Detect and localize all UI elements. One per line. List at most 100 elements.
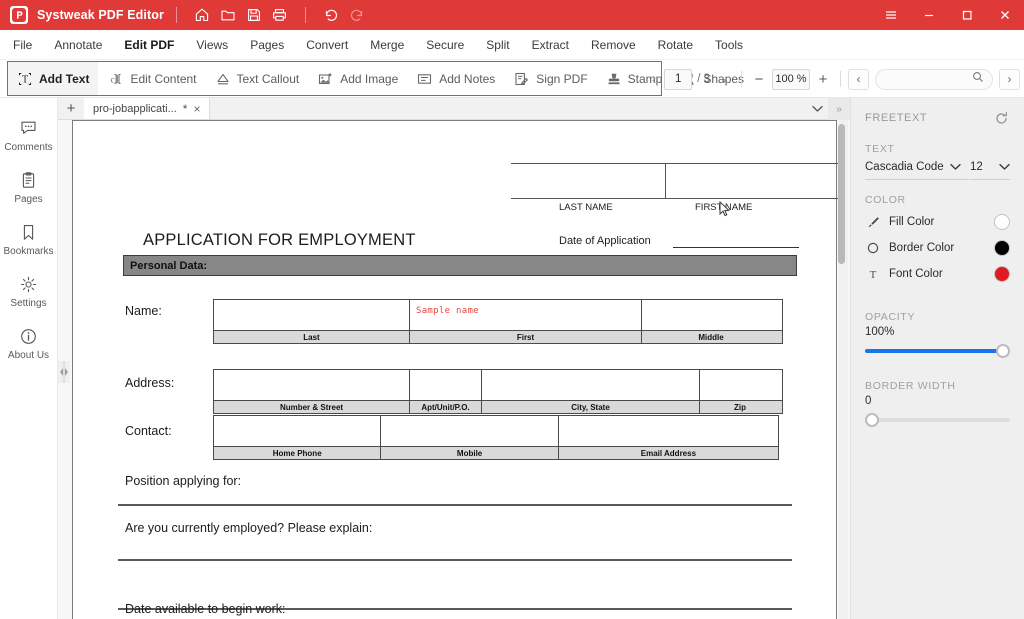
sidebar-item-pages[interactable]: Pages xyxy=(0,162,58,214)
address-table-inputs xyxy=(214,370,782,400)
next-page-button[interactable]: › xyxy=(714,67,734,91)
zoom-out-button[interactable]: − xyxy=(749,67,769,91)
document-viewport[interactable]: LAST NAME FIRST NAME APPLICATION FOR EMP… xyxy=(58,120,850,619)
date-of-application-label: Date of Application xyxy=(559,235,651,247)
font-family-select[interactable]: Cascadia Code xyxy=(865,158,969,180)
text-group-label: TEXT xyxy=(865,143,1010,155)
question-currently-employed: Are you currently employed? Please expla… xyxy=(125,521,372,535)
contact-mobile-cell[interactable] xyxy=(381,416,558,446)
font-color-swatch[interactable] xyxy=(994,266,1010,282)
menu-item-pages[interactable]: Pages xyxy=(239,30,295,60)
menu-item-merge[interactable]: Merge xyxy=(359,30,415,60)
opacity-slider[interactable] xyxy=(865,344,1010,358)
name-last-cell[interactable] xyxy=(214,300,410,330)
font-family-value: Cascadia Code xyxy=(865,161,944,173)
contact-home-phone-cell[interactable] xyxy=(214,416,381,446)
font-color-row[interactable]: T Font Color xyxy=(865,261,1010,287)
current-page-input[interactable]: 1 xyxy=(664,69,692,90)
font-color-label: Font Color xyxy=(889,268,985,280)
undo-icon[interactable] xyxy=(318,2,344,28)
pdf-page[interactable]: LAST NAME FIRST NAME APPLICATION FOR EMP… xyxy=(72,120,837,619)
svg-text:T: T xyxy=(869,269,876,281)
menu-item-extract[interactable]: Extract xyxy=(521,30,580,60)
search-input[interactable] xyxy=(884,73,972,85)
fill-color-swatch[interactable] xyxy=(994,214,1010,230)
menu-item-annotate[interactable]: Annotate xyxy=(43,30,113,60)
sidebar-item-bookmarks[interactable]: Bookmarks xyxy=(0,214,58,266)
address-table[interactable]: Number & Street Apt/Unit/P.O. City, Stat… xyxy=(213,369,783,414)
menu-item-convert[interactable]: Convert xyxy=(295,30,359,60)
sign-pdf-button[interactable]: Sign PDF xyxy=(504,62,596,95)
info-icon xyxy=(19,327,38,346)
border-width-slider[interactable] xyxy=(865,413,1010,427)
document-tab-name: pro-jobapplicati... xyxy=(93,103,177,115)
name-table[interactable]: Sample name Last First Middle xyxy=(213,299,783,344)
address-city-state-cell[interactable] xyxy=(482,370,700,400)
name-first-cell[interactable]: Sample name xyxy=(410,300,642,330)
border-width-slider-track xyxy=(865,418,1010,422)
maximize-icon[interactable] xyxy=(948,0,986,30)
zoom-level-input[interactable]: 100 % xyxy=(772,69,810,90)
reset-icon[interactable] xyxy=(992,109,1010,127)
menu-item-rotate[interactable]: Rotate xyxy=(647,30,704,60)
collapse-panel-button[interactable]: » xyxy=(828,98,850,120)
add-image-label: Add Image xyxy=(340,72,398,86)
tab-overflow-chevron-down-icon[interactable] xyxy=(806,98,828,120)
border-color-swatch[interactable] xyxy=(994,240,1010,256)
fill-color-row[interactable]: Fill Color xyxy=(865,209,1010,235)
border-width-slider-knob[interactable] xyxy=(865,413,879,427)
edit-content-button[interactable]: c Edit Content xyxy=(98,62,205,95)
menu-item-secure[interactable]: Secure xyxy=(415,30,475,60)
print-icon[interactable] xyxy=(267,2,293,28)
menu-item-file[interactable]: File xyxy=(0,30,43,60)
minimize-icon[interactable] xyxy=(910,0,948,30)
new-tab-button[interactable]: + xyxy=(58,98,84,119)
close-icon[interactable] xyxy=(986,0,1024,30)
document-tab-close-icon[interactable]: × xyxy=(193,102,200,116)
border-color-row[interactable]: Border Color xyxy=(865,235,1010,261)
sidebar-item-comments[interactable]: Comments xyxy=(0,110,58,162)
document-scrollbar-track[interactable] xyxy=(839,120,848,619)
menu-item-tools[interactable]: Tools xyxy=(704,30,754,60)
sidebar-label-pages: Pages xyxy=(14,194,42,205)
menu-item-split[interactable]: Split xyxy=(475,30,520,60)
sidebar-item-about-us[interactable]: About Us xyxy=(0,318,58,370)
contact-header-mobile: Mobile xyxy=(381,447,558,459)
open-folder-icon[interactable] xyxy=(215,2,241,28)
menu-item-views[interactable]: Views xyxy=(185,30,239,60)
save-icon[interactable] xyxy=(241,2,267,28)
menu-item-remove[interactable]: Remove xyxy=(580,30,647,60)
name-middle-cell[interactable] xyxy=(642,300,780,330)
document-scrollbar-thumb[interactable] xyxy=(838,124,845,264)
add-text-button[interactable]: T Add Text xyxy=(8,62,98,95)
previous-page-button[interactable]: ‹ xyxy=(644,67,664,91)
edit-pdf-tool-group: T Add Text c Edit Content xyxy=(7,61,662,96)
edit-content-icon: c xyxy=(107,71,124,87)
add-notes-button[interactable]: Add Notes xyxy=(407,62,504,95)
home-icon[interactable] xyxy=(189,2,215,28)
zoom-in-button[interactable]: + xyxy=(813,67,833,91)
menu-item-edit-pdf[interactable]: Edit PDF xyxy=(113,30,185,60)
add-image-button[interactable]: Add Image xyxy=(308,62,407,95)
sample-name-freetext[interactable]: Sample name xyxy=(416,306,479,316)
contact-table[interactable]: Home Phone Mobile Email Address xyxy=(213,415,779,460)
contact-email-cell[interactable] xyxy=(559,416,778,446)
search-back-button[interactable]: ‹ xyxy=(848,69,869,90)
svg-text:c: c xyxy=(111,74,115,84)
redo-icon[interactable] xyxy=(344,2,370,28)
font-size-select[interactable]: 12 xyxy=(970,158,1010,180)
opacity-slider-knob[interactable] xyxy=(996,344,1010,358)
text-callout-button[interactable]: Text Callout xyxy=(206,62,309,95)
name-table-inputs: Sample name xyxy=(214,300,782,330)
document-tab[interactable]: pro-jobapplicati... * × xyxy=(84,98,210,119)
sidebar-item-settings[interactable]: Settings xyxy=(0,266,58,318)
address-apt-cell[interactable] xyxy=(410,370,482,400)
search-forward-button[interactable]: › xyxy=(999,69,1020,90)
search-box[interactable] xyxy=(875,69,993,90)
address-zip-cell[interactable] xyxy=(700,370,780,400)
hamburger-menu-icon[interactable] xyxy=(872,0,910,30)
contact-row-label: Contact: xyxy=(125,424,172,438)
opacity-slider-fill xyxy=(865,349,1010,353)
address-street-cell[interactable] xyxy=(214,370,410,400)
panel-resize-handle[interactable] xyxy=(58,360,70,384)
